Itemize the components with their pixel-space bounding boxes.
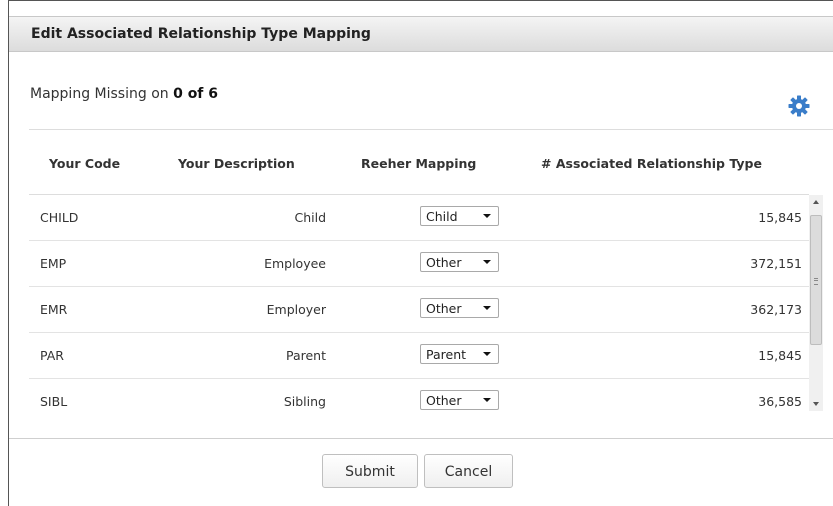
- scroll-down-arrow-icon[interactable]: [809, 397, 823, 411]
- table-row: CHILD Child Child 15,845: [29, 195, 809, 241]
- select-value: Other: [426, 255, 462, 270]
- scroll-up-arrow-icon[interactable]: [809, 195, 823, 209]
- column-header-code[interactable]: Your Code: [49, 156, 120, 171]
- column-header-description[interactable]: Your Description: [178, 156, 295, 171]
- row-code: EMP: [40, 256, 67, 271]
- submit-button[interactable]: Submit: [322, 454, 418, 488]
- mapping-summary: Mapping Missing on 0 of 6: [30, 86, 218, 102]
- row-count: 15,845: [758, 348, 802, 363]
- select-value: Parent: [426, 347, 467, 362]
- select-value: Other: [426, 393, 462, 408]
- footer-divider: [9, 438, 833, 439]
- column-header-mapping[interactable]: Reeher Mapping: [361, 156, 476, 171]
- dropdown-arrow-icon: [483, 214, 491, 218]
- row-description: Employee: [264, 256, 326, 271]
- table-row: EMP Employee Other 372,151: [29, 241, 809, 287]
- row-code: EMR: [40, 302, 68, 317]
- select-value: Other: [426, 301, 462, 316]
- dropdown-arrow-icon: [483, 306, 491, 310]
- row-description: Employer: [266, 302, 326, 317]
- row-description: Child: [294, 210, 326, 225]
- table-row: EMR Employer Other 362,173: [29, 287, 809, 333]
- dialog-titlebar[interactable]: Edit Associated Relationship Type Mappin…: [9, 16, 833, 52]
- dropdown-arrow-icon: [483, 398, 491, 402]
- row-code: SIBL: [40, 394, 68, 409]
- summary-label: Mapping Missing on: [30, 86, 174, 102]
- reeher-mapping-select[interactable]: Other: [420, 298, 499, 318]
- row-count: 372,151: [750, 256, 802, 271]
- row-count: 362,173: [750, 302, 802, 317]
- reeher-mapping-select[interactable]: Other: [420, 390, 499, 410]
- table-row: PAR Parent Parent 15,845: [29, 333, 809, 379]
- row-description: Sibling: [283, 394, 326, 409]
- grip-icon: [814, 278, 818, 285]
- mapping-dialog: Edit Associated Relationship Type Mappin…: [9, 8, 833, 506]
- row-count: 36,585: [758, 394, 802, 409]
- row-count: 15,845: [758, 210, 802, 225]
- dialog-title: Edit Associated Relationship Type Mappin…: [31, 26, 371, 42]
- column-header-count[interactable]: # Associated Relationship Type: [541, 156, 762, 171]
- mapping-table-body: CHILD Child Child 15,845 EMP Employee Ot…: [29, 195, 809, 411]
- scrollbar-thumb[interactable]: [810, 215, 822, 345]
- reeher-mapping-select[interactable]: Other: [420, 252, 499, 272]
- table-scrollbar[interactable]: [809, 195, 823, 411]
- select-value: Child: [426, 209, 458, 224]
- reeher-mapping-select[interactable]: Parent: [420, 344, 499, 364]
- reeher-mapping-select[interactable]: Child: [420, 206, 499, 226]
- dropdown-arrow-icon: [483, 352, 491, 356]
- dropdown-arrow-icon: [483, 260, 491, 264]
- table-row: SIBL Sibling Other 36,585: [29, 379, 809, 411]
- window-top-border: [8, 0, 833, 1]
- row-code: PAR: [40, 348, 64, 363]
- header-divider: [29, 129, 833, 130]
- row-description: Parent: [285, 348, 326, 363]
- gear-icon[interactable]: [787, 94, 811, 118]
- row-code: CHILD: [40, 210, 79, 225]
- cancel-button[interactable]: Cancel: [424, 454, 513, 488]
- summary-value: 0 of 6: [173, 86, 219, 102]
